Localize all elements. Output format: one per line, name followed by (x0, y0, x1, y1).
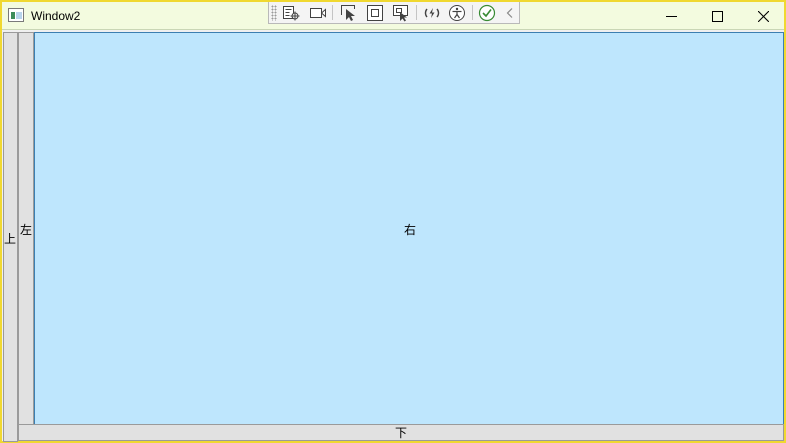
select-element-icon (341, 5, 355, 21)
live-visual-tree-icon (283, 6, 300, 21)
track-focused-element-button[interactable] (391, 3, 411, 23)
toolbar-separator (416, 5, 417, 20)
hot-reload-icon (424, 8, 440, 18)
binding-checked-icon (478, 4, 496, 22)
right-button-label: 右 (404, 223, 417, 237)
close-button[interactable] (740, 2, 786, 30)
accessibility-icon (449, 5, 465, 21)
toolbar-separator (472, 5, 473, 20)
top-button-label: 上 (4, 232, 17, 246)
display-layout-adorner-icon (367, 5, 383, 21)
toolbar-separator (332, 5, 333, 20)
accessibility-checker-button[interactable] (447, 3, 467, 23)
hot-reload-button[interactable] (422, 3, 442, 23)
runtime-debug-toolbar (268, 2, 520, 24)
track-focused-element-icon (393, 5, 408, 22)
collapse-chevron-icon (506, 8, 513, 18)
record-icon (310, 8, 326, 18)
record-button[interactable] (308, 3, 328, 23)
toolbar-grip[interactable] (271, 5, 277, 21)
app-window: Window2 上 左 右 下 (0, 0, 786, 443)
dock-panel: 上 左 右 下 (2, 31, 784, 442)
minimize-button[interactable] (648, 2, 694, 30)
maximize-button[interactable] (694, 2, 740, 30)
window-title: Window2 (31, 9, 81, 23)
right-button[interactable]: 右 (34, 32, 784, 425)
close-icon (757, 10, 769, 22)
binding-status-button[interactable] (477, 3, 497, 23)
top-button[interactable]: 上 (3, 32, 18, 442)
select-element-button[interactable] (339, 3, 359, 23)
bottom-button[interactable]: 下 (18, 424, 784, 441)
collapse-toolbar-button[interactable] (500, 3, 520, 23)
minimize-icon (665, 15, 677, 17)
app-icon[interactable] (8, 8, 24, 22)
display-layout-adorners-button[interactable] (365, 3, 385, 23)
left-button[interactable]: 左 (18, 32, 34, 425)
maximize-icon (711, 10, 723, 22)
left-button-label: 左 (20, 223, 33, 237)
bottom-button-label: 下 (395, 426, 408, 440)
live-visual-tree-button[interactable] (281, 3, 301, 23)
